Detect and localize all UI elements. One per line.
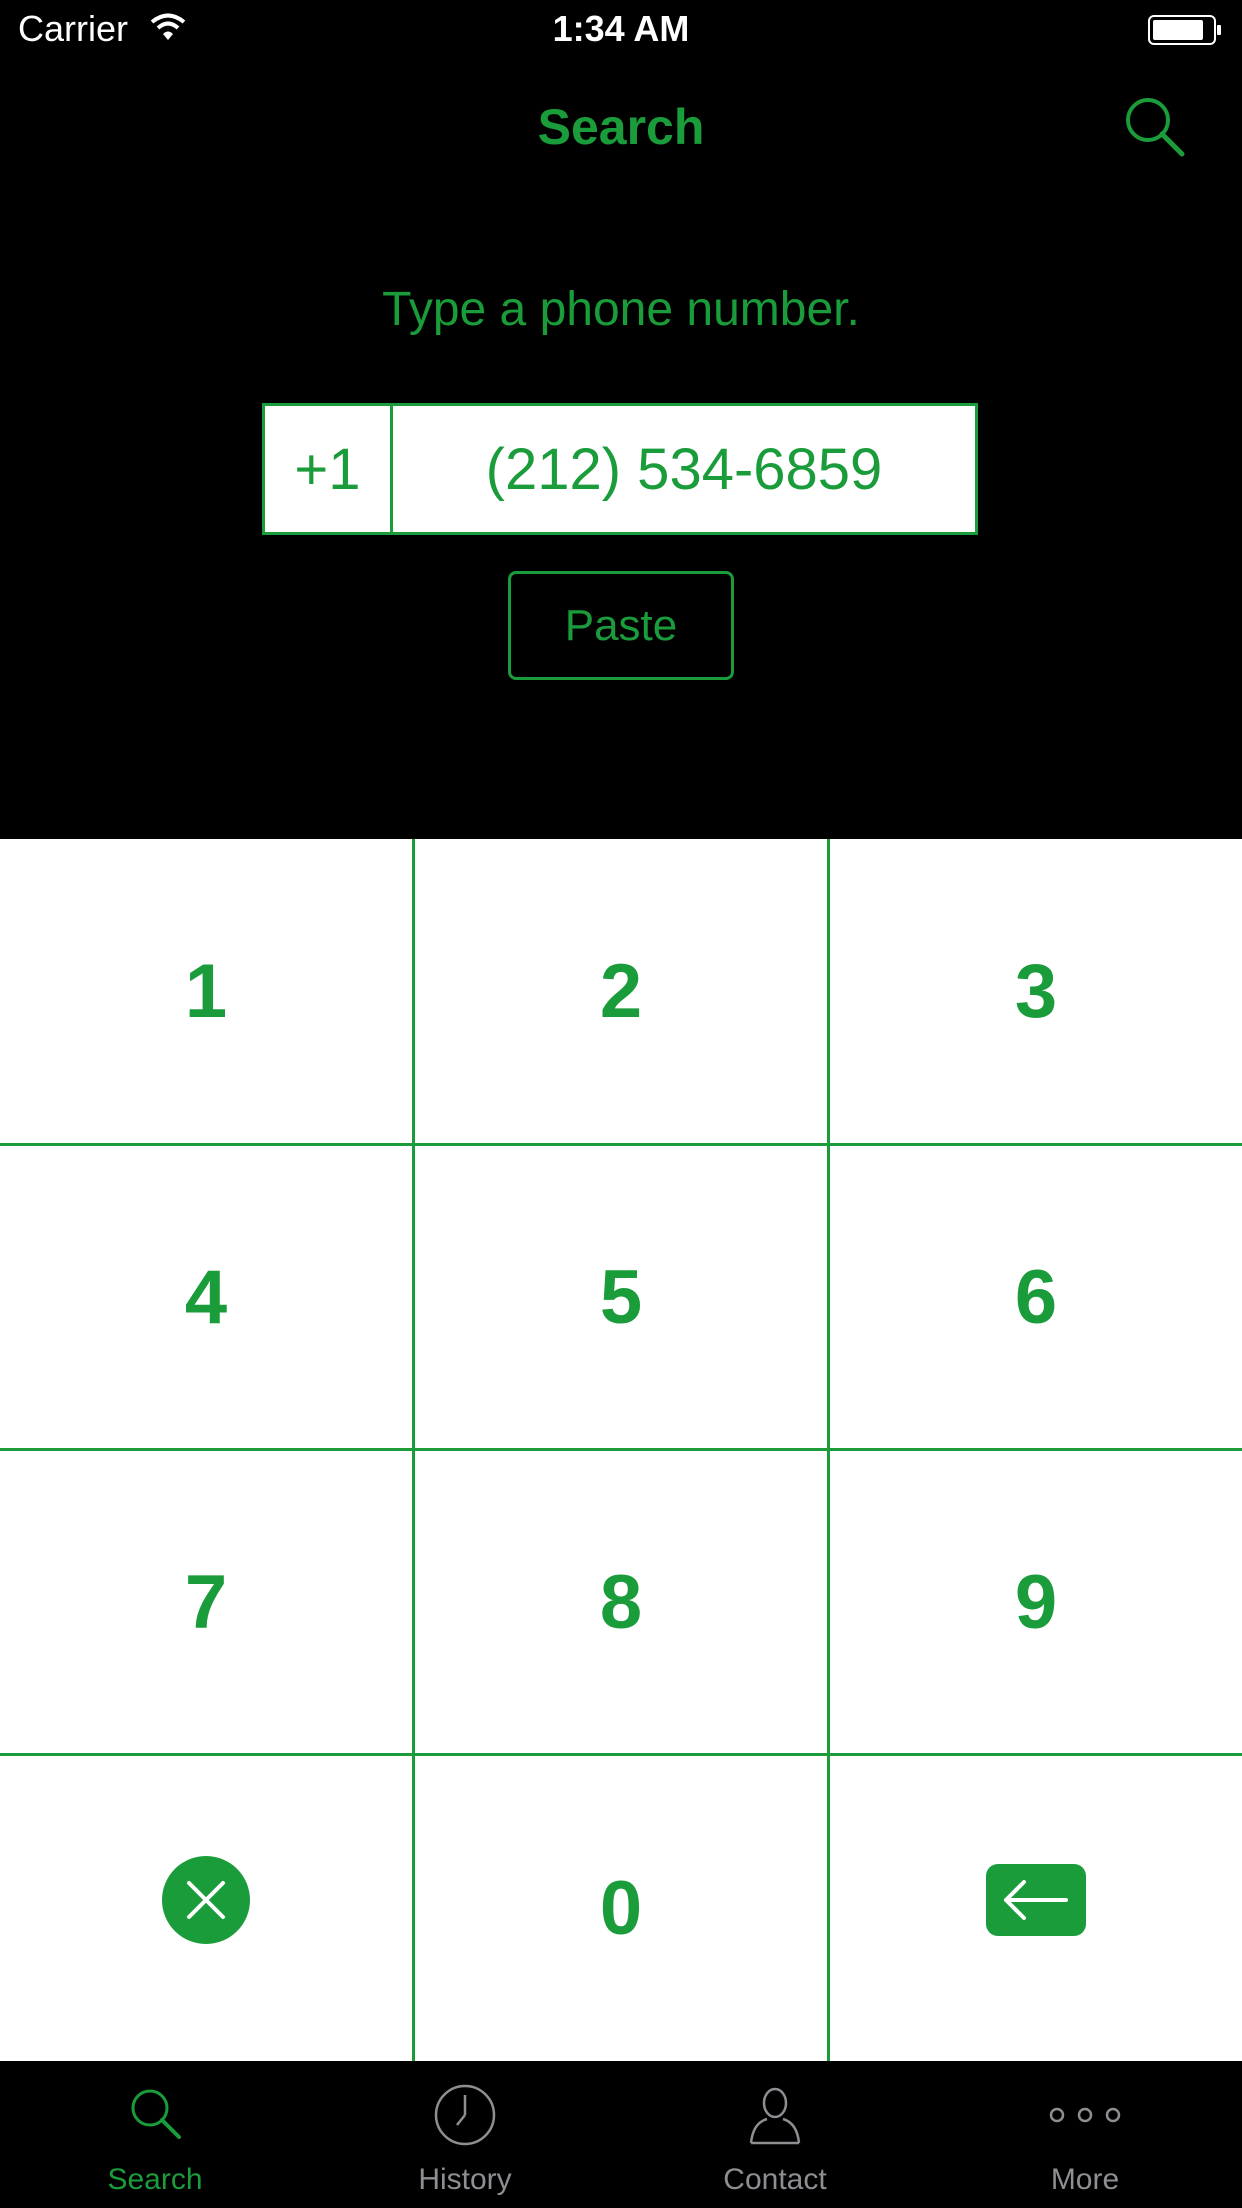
- more-dots-icon: [930, 2083, 1240, 2153]
- key-6[interactable]: 6: [830, 1146, 1242, 1448]
- key-9[interactable]: 9: [830, 1451, 1242, 1753]
- paste-button[interactable]: Paste: [508, 571, 734, 680]
- navigation-bar: Search: [0, 62, 1242, 192]
- key-0[interactable]: 0: [415, 1756, 827, 2061]
- phone-prompt: Type a phone number.: [382, 283, 860, 336]
- key-2[interactable]: 2: [415, 839, 827, 1143]
- clock-icon: [310, 2083, 620, 2153]
- search-icon: [0, 2083, 310, 2153]
- tab-label: Contact: [723, 2163, 827, 2196]
- phone-number-field[interactable]: (212) 534-6859: [393, 406, 975, 532]
- country-code-field[interactable]: +1: [265, 406, 393, 532]
- tab-bar: Search History Contact More: [0, 2061, 1242, 2208]
- phone-input-field[interactable]: +1 (212) 534-6859: [262, 403, 978, 535]
- tab-contact[interactable]: Contact: [620, 2061, 930, 2208]
- backspace-button[interactable]: [830, 1756, 1242, 2061]
- person-icon: [620, 2083, 930, 2153]
- key-5[interactable]: 5: [415, 1146, 827, 1448]
- key-7[interactable]: 7: [0, 1451, 412, 1753]
- clear-button[interactable]: [0, 1756, 412, 2061]
- keypad: 1 2 3 4 5 6 7 8 9 0: [0, 839, 1242, 2061]
- tab-search[interactable]: Search: [0, 2061, 310, 2208]
- status-bar: Carrier 1:34 AM: [0, 0, 1242, 62]
- status-time: 1:34 AM: [552, 8, 690, 49]
- tab-label: More: [1050, 2163, 1120, 2196]
- page-title: Search: [537, 99, 705, 155]
- tab-label: History: [418, 2163, 512, 2196]
- key-8[interactable]: 8: [415, 1451, 827, 1753]
- tab-history[interactable]: History: [310, 2061, 620, 2208]
- key-3[interactable]: 3: [830, 839, 1242, 1143]
- search-icon[interactable]: [1120, 92, 1190, 162]
- backspace-arrow-icon: [986, 1863, 1086, 1954]
- battery-icon: [1148, 14, 1222, 51]
- clear-x-icon: [161, 1855, 251, 1963]
- tab-more[interactable]: More: [930, 2061, 1242, 2208]
- tab-label: Search: [107, 2163, 203, 2196]
- key-4[interactable]: 4: [0, 1146, 412, 1448]
- key-1[interactable]: 1: [0, 839, 412, 1143]
